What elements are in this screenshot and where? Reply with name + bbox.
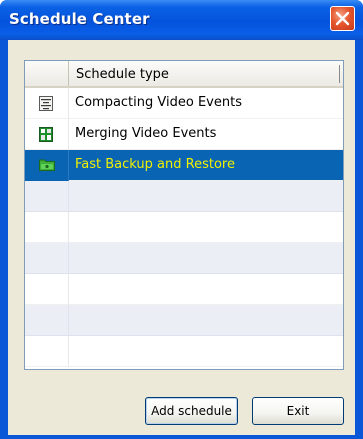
schedule-center-window: Schedule Center Schedule type Compacting… [0, 0, 363, 439]
empty-row [25, 181, 343, 212]
close-button[interactable] [330, 6, 355, 31]
list-item-label: Merging Video Events [75, 126, 217, 141]
empty-row [25, 336, 343, 367]
schedule-grid[interactable]: Schedule type Compacting Video Events Me… [24, 60, 344, 370]
exit-button[interactable]: Exit [252, 397, 344, 425]
window-title: Schedule Center [9, 10, 150, 28]
list-item-label: Compacting Video Events [75, 95, 242, 110]
merge-icon [39, 127, 53, 142]
empty-row [25, 243, 343, 274]
empty-row [25, 212, 343, 243]
grid-header: Schedule type [25, 61, 343, 88]
column-header-schedule-type[interactable]: Schedule type [76, 67, 169, 82]
table-row[interactable]: Compacting Video Events [25, 88, 343, 119]
add-schedule-button[interactable]: Add schedule [145, 397, 238, 425]
empty-row [25, 274, 343, 305]
table-row-selected[interactable]: Fast Backup and Restore [25, 150, 343, 181]
close-icon [335, 11, 350, 26]
table-row[interactable]: Merging Video Events [25, 119, 343, 150]
compact-icon [39, 96, 53, 111]
title-bar[interactable]: Schedule Center [0, 0, 363, 40]
list-item-label: Fast Backup and Restore [75, 157, 235, 172]
header-corner [25, 61, 69, 86]
empty-row [25, 305, 343, 336]
folder-icon [39, 159, 55, 171]
